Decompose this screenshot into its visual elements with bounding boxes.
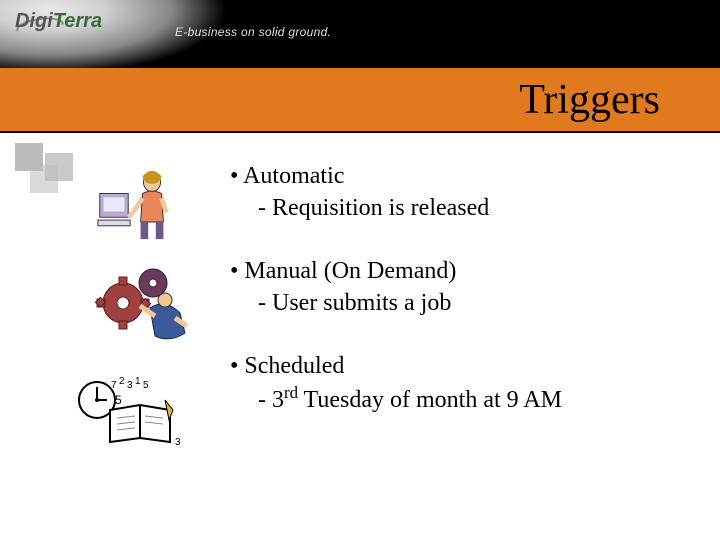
title-bar: Triggers [0,68,720,133]
company-logo: DigiTerra [15,10,102,33]
bullet-list: Automatic - Requisition is released Manu… [230,160,690,446]
logo-text-part-a: Digi [15,10,53,32]
list-item: Scheduled - 3rd Tuesday of month at 9 AM [230,350,690,417]
svg-text:5: 5 [115,393,122,407]
svg-text:1: 1 [135,376,141,387]
clock-book-icon: 7 2 3 1 5 5 3 [75,370,195,455]
sub-text: - Requisition is released [230,192,690,224]
svg-text:3: 3 [127,380,133,391]
svg-text:7: 7 [111,380,117,391]
list-item: Manual (On Demand) - User submits a job [230,255,690,320]
gears-worker-icon [95,258,195,353]
bullet-text: Automatic [230,160,690,192]
sub-text: - User submits a job [230,287,690,319]
slide-title: Triggers [519,76,660,124]
person-computer-icon [95,165,190,246]
logo-text-part-b: Terra [53,10,102,32]
slide-header: DigiTerra E-business on solid ground. [0,0,720,68]
company-tagline: E-business on solid ground. [175,25,331,39]
svg-text:3: 3 [175,437,181,448]
bullet-text: Manual (On Demand) [230,255,690,287]
svg-text:2: 2 [119,376,125,387]
svg-text:5: 5 [143,380,149,391]
list-item: Automatic - Requisition is released [230,160,690,225]
sub-text: - 3rd Tuesday of month at 9 AM [230,382,690,416]
bullet-text: Scheduled [230,350,690,382]
